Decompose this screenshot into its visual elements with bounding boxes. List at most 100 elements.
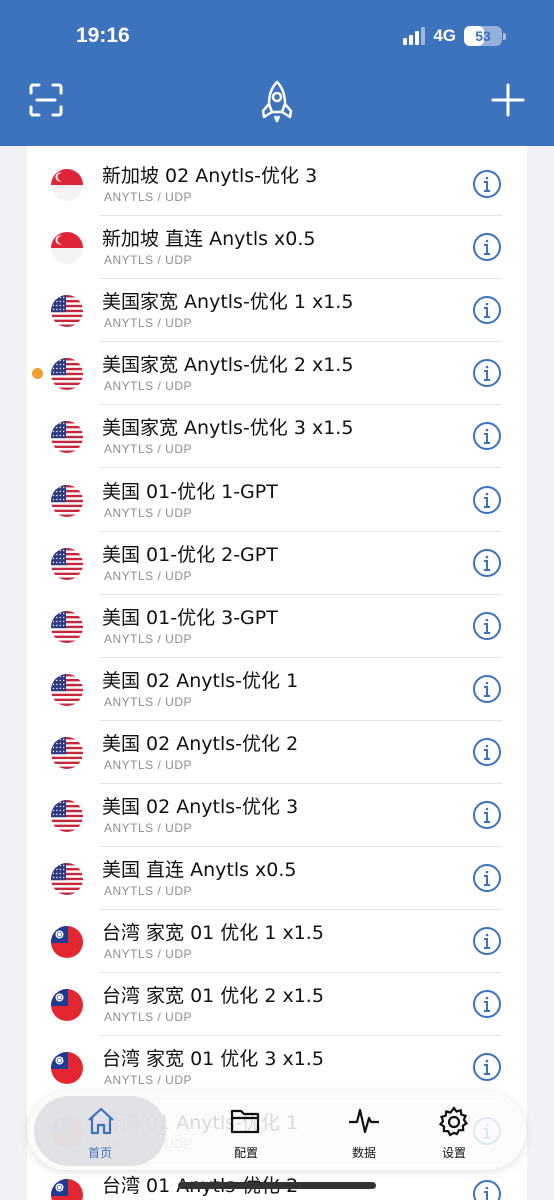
server-row[interactable]: 美国 直连 Anytls x0.5 ANYTLS / UDP [27, 847, 527, 911]
info-icon[interactable] [472, 926, 502, 956]
server-name: 美国 02 Anytls-优化 3 [102, 796, 299, 818]
flag-tw-icon [51, 1052, 83, 1085]
flag-us-icon [51, 800, 83, 832]
server-row[interactable]: 新加坡 02 Anytls-优化 3 ANYTLS / UDP [27, 153, 527, 216]
server-protocol: ANYTLS / UDP [104, 821, 193, 835]
server-name: 美国 01-优化 3-GPT [102, 606, 278, 629]
info-icon[interactable] [472, 674, 502, 704]
server-name: 台湾 家宽 01 优化 1 x1.5 [102, 922, 324, 945]
flag-us-icon [51, 863, 83, 896]
server-protocol: ANYTLS / UDP [104, 568, 193, 583]
status-indicators: 4G 53 [403, 26, 506, 46]
server-row[interactable]: 美国 02 Anytls-优化 3 ANYTLS / UDP [27, 784, 527, 847]
home-icon [88, 1107, 114, 1135]
server-row[interactable]: 美国 02 Anytls-优化 2 ANYTLS / UDP [27, 721, 527, 784]
server-row[interactable]: 美国家宽 Anytls-优化 1 x1.5 ANYTLS / UDP [27, 279, 527, 343]
server-name: 美国家宽 Anytls-优化 3 x1.5 [102, 417, 354, 440]
info-icon[interactable] [472, 737, 502, 767]
server-row[interactable]: 美国 01-优化 1-GPT ANYTLS / UDP [27, 469, 527, 532]
tab-bar: 首页 配置 数据 设置 [28, 1092, 526, 1170]
cellular-signal-icon [403, 27, 426, 45]
flag-us-icon [51, 547, 83, 580]
flag-us-icon [51, 421, 83, 454]
server-protocol: ANYTLS / UDP [104, 884, 193, 899]
server-protocol: ANYTLS / UDP [104, 505, 193, 520]
battery-level: 53 [475, 28, 491, 44]
flag-tw-icon [51, 989, 83, 1022]
server-row[interactable]: 美国家宽 Anytls-优化 2 x1.5 ANYTLS / UDP [27, 342, 527, 406]
tab-data-label: 数据 [351, 1146, 376, 1160]
home-indicator [178, 1182, 376, 1189]
server-protocol: ANYTLS / UDP [104, 694, 193, 709]
flag-us-icon [51, 736, 83, 769]
status-time: 19:16 [76, 24, 130, 47]
info-icon[interactable] [472, 1179, 502, 1200]
info-icon[interactable] [472, 485, 502, 515]
server-protocol: ANYTLS / UDP [104, 442, 193, 457]
info-icon[interactable] [472, 800, 502, 830]
flag-us-icon [51, 358, 83, 391]
flag-tw-icon [51, 1178, 83, 1200]
server-name: 新加坡 02 Anytls-优化 3 [102, 165, 318, 187]
server-protocol: ANYTLS / UDP [104, 316, 193, 331]
app-header: 19:16 4G 53 [0, 0, 554, 146]
info-icon[interactable] [472, 611, 502, 641]
plus-icon[interactable] [490, 82, 526, 122]
server-name: 美国家宽 Anytls-优化 1 x1.5 [102, 291, 354, 314]
server-name: 美国 直连 Anytls x0.5 [102, 859, 297, 882]
server-protocol: ANYTLS / UDP [104, 1073, 193, 1088]
tab-data[interactable]: 数据 [314, 1092, 414, 1170]
flag-us-icon [51, 610, 83, 643]
server-protocol: ANYTLS / UDP [104, 379, 193, 394]
flag-sg-icon [51, 169, 83, 201]
tab-config-label: 配置 [233, 1146, 258, 1160]
server-row[interactable]: 美国家宽 Anytls-优化 3 x1.5 ANYTLS / UDP [27, 405, 527, 469]
info-icon[interactable] [472, 295, 502, 325]
tab-settings-label: 设置 [441, 1146, 466, 1160]
server-name: 新加坡 直连 Anytls x0.5 [102, 228, 316, 251]
gear-icon [438, 1106, 469, 1137]
server-list: 新加坡 02 Anytls-优化 3 ANYTLS / UDP 新加坡 直连 Any… [27, 146, 527, 1200]
server-name: 美国 02 Anytls-优化 2 [102, 732, 299, 755]
info-icon[interactable] [472, 548, 502, 578]
server-name: 美国家宽 Anytls-优化 2 x1.5 [102, 354, 354, 377]
server-protocol: ANYTLS / UDP [104, 190, 193, 204]
info-icon[interactable] [472, 358, 502, 388]
tab-settings[interactable]: 设置 [404, 1092, 504, 1170]
server-row[interactable]: 台湾 家宽 01 优化 3 x1.5 ANYTLS / UDP [27, 1036, 527, 1100]
server-row[interactable]: 美国 01-优化 2-GPT ANYTLS / UDP [27, 532, 527, 595]
tab-home[interactable]: 首页 [34, 1096, 166, 1166]
server-protocol: ANYTLS / UDP [104, 631, 193, 646]
flag-us-icon [51, 295, 83, 328]
server-row[interactable]: 台湾 家宽 01 优化 1 x1.5 ANYTLS / UDP [27, 910, 527, 974]
rocket-icon[interactable] [259, 80, 295, 128]
flag-sg-icon [51, 232, 83, 265]
flag-tw-icon [51, 926, 83, 959]
server-name: 美国 01-优化 1-GPT [102, 480, 278, 503]
server-name: 美国 02 Anytls-优化 1 [102, 669, 299, 692]
flag-us-icon [51, 484, 83, 517]
server-row[interactable]: 台湾 家宽 01 优化 2 x1.5 ANYTLS / UDP [27, 973, 527, 1037]
info-icon[interactable] [472, 421, 502, 451]
scan-icon[interactable] [28, 82, 64, 122]
server-name: 台湾 家宽 01 优化 3 x1.5 [102, 1048, 324, 1071]
server-row[interactable]: 美国 01-优化 3-GPT ANYTLS / UDP [27, 595, 527, 658]
info-icon[interactable] [472, 232, 502, 262]
tab-config[interactable]: 配置 [196, 1092, 296, 1170]
server-protocol: ANYTLS / UDP [104, 1010, 193, 1025]
info-icon[interactable] [472, 169, 502, 199]
selected-indicator [32, 368, 43, 380]
server-protocol: ANYTLS / UDP [104, 757, 193, 772]
flag-us-icon [51, 673, 83, 706]
server-row[interactable]: 美国 02 Anytls-优化 1 ANYTLS / UDP [27, 658, 527, 721]
server-name: 台湾 家宽 01 优化 2 x1.5 [102, 985, 324, 1008]
network-type: 4G [433, 26, 456, 45]
info-icon[interactable] [472, 989, 502, 1019]
server-row[interactable]: 新加坡 直连 Anytls x0.5 ANYTLS / UDP [27, 216, 527, 280]
folder-icon [230, 1109, 260, 1134]
tab-home-label: 首页 [87, 1146, 112, 1160]
server-name: 美国 01-优化 2-GPT [102, 543, 278, 566]
info-icon[interactable] [472, 863, 502, 893]
info-icon[interactable] [472, 1052, 502, 1082]
activity-icon [349, 1108, 379, 1134]
